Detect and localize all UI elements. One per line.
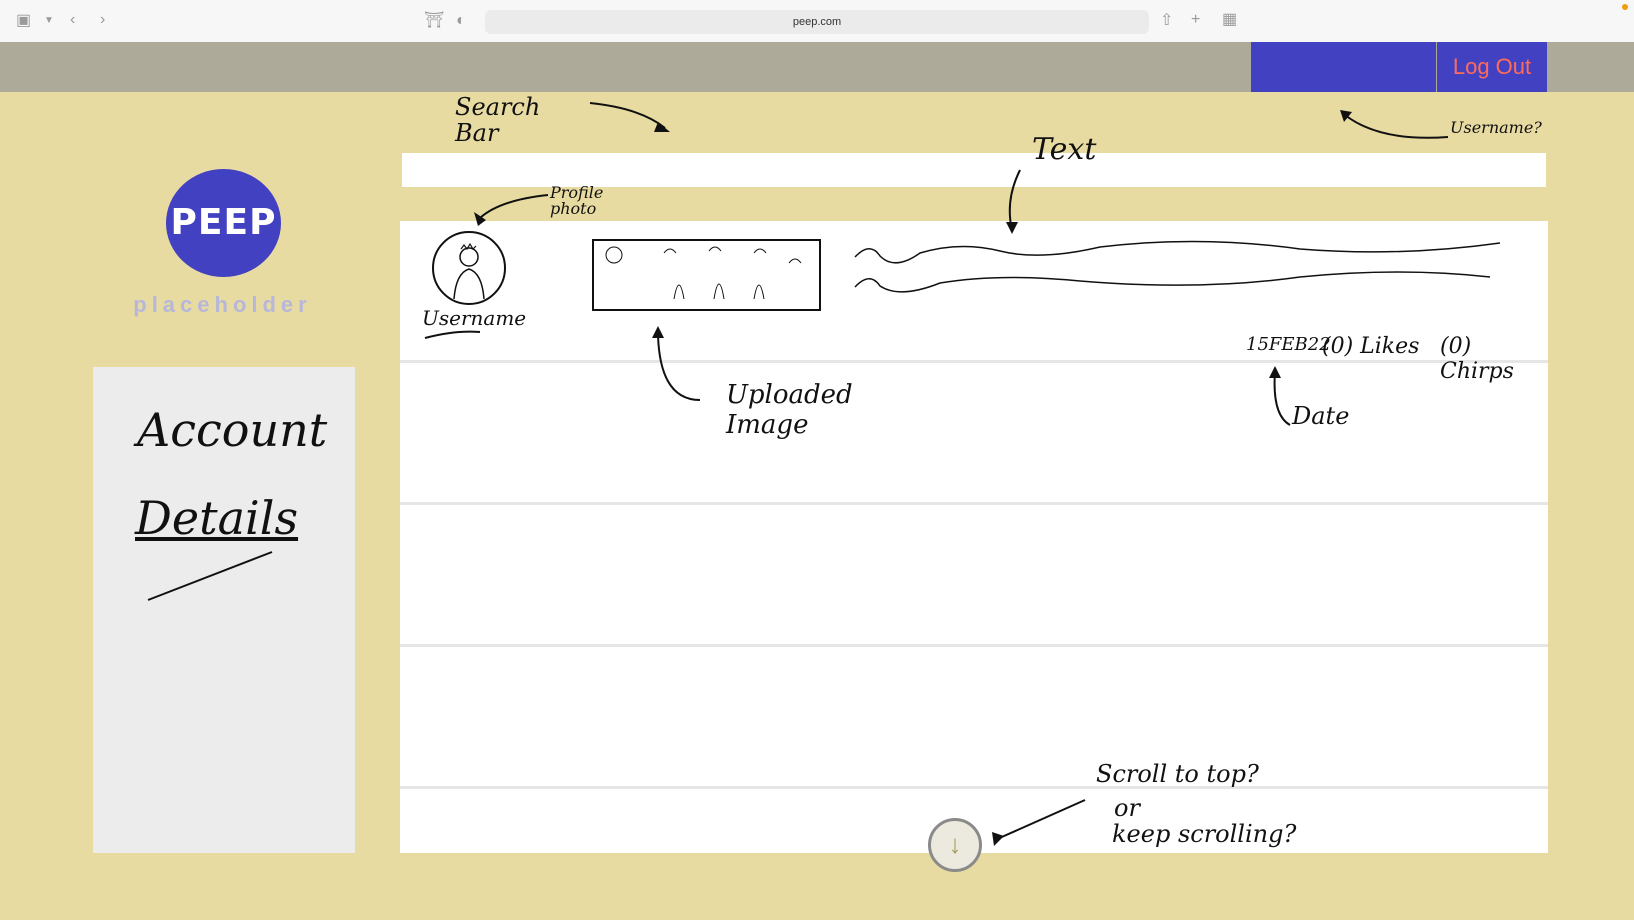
- browser-toolbar: ▣ ▼ ‹ › ⛩ ◐ peep.com ⇧ + ▦: [0, 0, 1634, 43]
- annotation-date: Date: [1292, 402, 1350, 430]
- tab-overview-icon[interactable]: ▦: [1222, 10, 1237, 30]
- annotation-search-bar: Search Bar: [455, 93, 541, 147]
- brand-name: placeholder: [133, 292, 312, 317]
- annotation-profile-photo: Profile photo: [550, 183, 604, 218]
- post-card[interactable]: Username 15FEB22 (0) Likes (0) Chirps: [400, 221, 1548, 384]
- search-input[interactable]: [402, 153, 1546, 187]
- annotation-text: Text: [1032, 132, 1097, 167]
- likes-count[interactable]: (0) Likes: [1322, 334, 1419, 359]
- new-tab-icon[interactable]: +: [1191, 10, 1200, 30]
- scroll-down-button[interactable]: ↓: [928, 818, 982, 872]
- address-bar[interactable]: peep.com: [485, 10, 1149, 34]
- sidebar-item-details[interactable]: Details: [135, 491, 298, 545]
- annotation-or: or: [1114, 794, 1140, 822]
- peep-logo[interactable]: PEEP: [166, 169, 281, 277]
- post-feed: Username 15FEB22 (0) Likes (0) Chirps: [400, 221, 1548, 853]
- annotation-username: Username?: [1450, 118, 1542, 137]
- annotation-uploaded-image: Uploaded Image: [726, 380, 853, 440]
- sidebar-panel: Account Details: [93, 367, 355, 853]
- back-icon[interactable]: ‹: [70, 10, 75, 30]
- post-card[interactable]: [400, 363, 1548, 505]
- shield-icon[interactable]: ⛩: [424, 11, 444, 31]
- post-card[interactable]: [400, 647, 1548, 789]
- logout-button[interactable]: Log Out: [1437, 42, 1547, 92]
- forward-icon[interactable]: ›: [100, 10, 105, 30]
- privacy-icon[interactable]: ◐: [456, 11, 466, 31]
- annotation-keep-scrolling: keep scrolling?: [1112, 820, 1297, 848]
- post-date: 15FEB22: [1246, 334, 1331, 355]
- sidebar-icon[interactable]: ▣: [16, 11, 31, 31]
- notification-dot: [1622, 4, 1628, 10]
- chevron-down-icon[interactable]: ▼: [44, 11, 54, 31]
- share-icon[interactable]: ⇧: [1160, 11, 1173, 31]
- sidebar-item-account[interactable]: Account: [137, 403, 327, 457]
- post-card[interactable]: [400, 505, 1548, 647]
- annotation-scroll-top: Scroll to top?: [1096, 760, 1259, 788]
- username-slot[interactable]: [1251, 42, 1436, 92]
